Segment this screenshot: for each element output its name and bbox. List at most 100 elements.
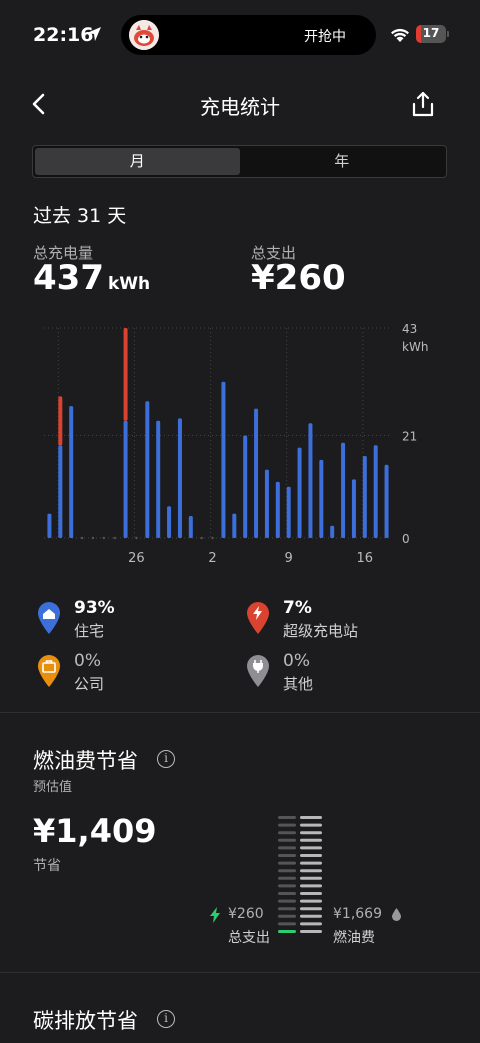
gauge-fuel-segment (300, 876, 322, 880)
gauge-fuel-segment (300, 884, 322, 888)
gauge-spend-segment (278, 831, 296, 835)
empty-day-dot (113, 536, 116, 540)
gauge-fuel-segment (300, 907, 322, 911)
x-tick-label: 26 (128, 551, 145, 566)
y-tick-label: 0 (402, 532, 410, 546)
gauge-fuel-segment (300, 831, 322, 835)
fuel-savings-value: ¥1,409 (33, 812, 157, 850)
wifi-icon (391, 28, 409, 42)
bar-home (167, 506, 172, 538)
legend-other: 0% 其他 (245, 651, 445, 698)
section-divider (0, 972, 480, 973)
savings-comparison-gauge (278, 816, 322, 933)
gauge-fuel-segment (300, 914, 322, 918)
bar-home (384, 464, 389, 538)
legend-work-pct: 0% (74, 651, 101, 671)
gauge-spend-segment (278, 914, 296, 918)
fuel-info-icon[interactable]: i (157, 750, 175, 768)
bar-home (221, 381, 226, 538)
energy-number: 437 (33, 258, 104, 298)
empty-day-dot (80, 536, 84, 540)
y-tick-label: 43 (402, 322, 417, 336)
fuel-savings-label: 节省 (33, 858, 61, 874)
fuel-cost-label: 燃油费 (333, 930, 375, 946)
bar-home (319, 459, 324, 538)
gauge-spend-segment (278, 846, 296, 850)
bar-home (330, 525, 335, 538)
legend-home-pct: 93% (74, 598, 115, 618)
section-divider (0, 712, 480, 713)
gauge-spend-segment (278, 899, 296, 903)
home-pin-icon (38, 602, 60, 634)
gauge-fuel-segment (300, 869, 322, 873)
tab-month[interactable]: 月 (35, 148, 240, 175)
gauge-fuel-segment (300, 922, 322, 926)
mascot-icon (129, 20, 159, 50)
plug-pin-icon (247, 655, 269, 687)
empty-day-dot (102, 536, 106, 540)
gauge-spend-segment (278, 854, 296, 857)
legend-home: 93% 住宅 (36, 598, 236, 645)
bar-home (69, 406, 74, 538)
share-icon[interactable] (410, 90, 436, 118)
gauge-spend-segment (278, 861, 296, 865)
gauge-fuel-segment (300, 816, 322, 819)
bolt-pin-icon (247, 602, 269, 634)
gauge-spend-segment (278, 816, 296, 819)
empty-day-dot (200, 536, 203, 540)
bar-home (297, 447, 302, 538)
bar-home (123, 420, 128, 538)
legend-supercharger-name: 超级充电站 (283, 622, 359, 640)
gauge-spend-segment (278, 823, 296, 827)
total-spend-value: ¥260 (251, 258, 346, 298)
energy-unit: kWh (107, 274, 151, 294)
legend-other-name: 其他 (283, 675, 314, 693)
location-arrow-icon (87, 27, 101, 41)
empty-day-dot (135, 536, 138, 540)
gauge-spend-segment (278, 838, 296, 842)
gauge-spend-segment (278, 869, 296, 873)
carbon-savings-title: 碳排放节省 (33, 1009, 138, 1033)
empty-day-dot (91, 536, 95, 540)
battery-percent: 17 (422, 26, 440, 40)
estimate-label: 预估值 (33, 780, 73, 795)
gauge-spend-segment (278, 930, 296, 933)
bar-home (254, 408, 259, 538)
legend-other-pct: 0% (283, 651, 310, 671)
fuel-cost-amount: ¥1,669 (333, 906, 382, 922)
bar-home (156, 420, 161, 538)
bar-home (145, 401, 150, 538)
fuel-drop-icon (392, 908, 401, 921)
bar-home (243, 435, 248, 538)
tab-year[interactable]: 年 (240, 148, 445, 175)
bar-home (362, 455, 367, 538)
total-energy-value: 437 kWh (33, 258, 150, 298)
bar-home (232, 513, 237, 538)
bar-supercharger (58, 396, 63, 446)
bar-home (286, 486, 291, 538)
bar-home (373, 445, 378, 538)
period-label: 过去 31 天 (33, 205, 127, 227)
bolt-icon (210, 907, 220, 923)
charging-bar-chart[interactable]: 0 21 43 kWh 26 2 9 16 (0, 318, 480, 578)
gauge-fuel-segment (300, 892, 322, 895)
bar-home (177, 418, 182, 538)
empty-day-dot (211, 536, 214, 540)
battery-indicator: 17 (416, 25, 446, 43)
bar-home (188, 516, 193, 538)
x-tick-label: 9 (285, 551, 293, 566)
status-time: 22:16 (33, 24, 94, 46)
dynamic-island[interactable]: 开抢中 (121, 15, 376, 55)
bar-home (308, 423, 313, 538)
bar-home (275, 481, 280, 538)
y-unit-label: kWh (402, 340, 428, 354)
y-tick-label: 21 (402, 429, 417, 443)
carbon-info-icon[interactable]: i (157, 1010, 175, 1028)
legend-supercharger-pct: 7% (283, 598, 312, 618)
bar-supercharger (123, 328, 128, 421)
legend-supercharger: 7% 超级充电站 (245, 598, 445, 645)
legend-home-name: 住宅 (74, 622, 105, 640)
legend-work-name: 公司 (74, 675, 105, 693)
x-tick-label: 16 (357, 551, 374, 566)
gauge-spend-segment (278, 892, 296, 895)
